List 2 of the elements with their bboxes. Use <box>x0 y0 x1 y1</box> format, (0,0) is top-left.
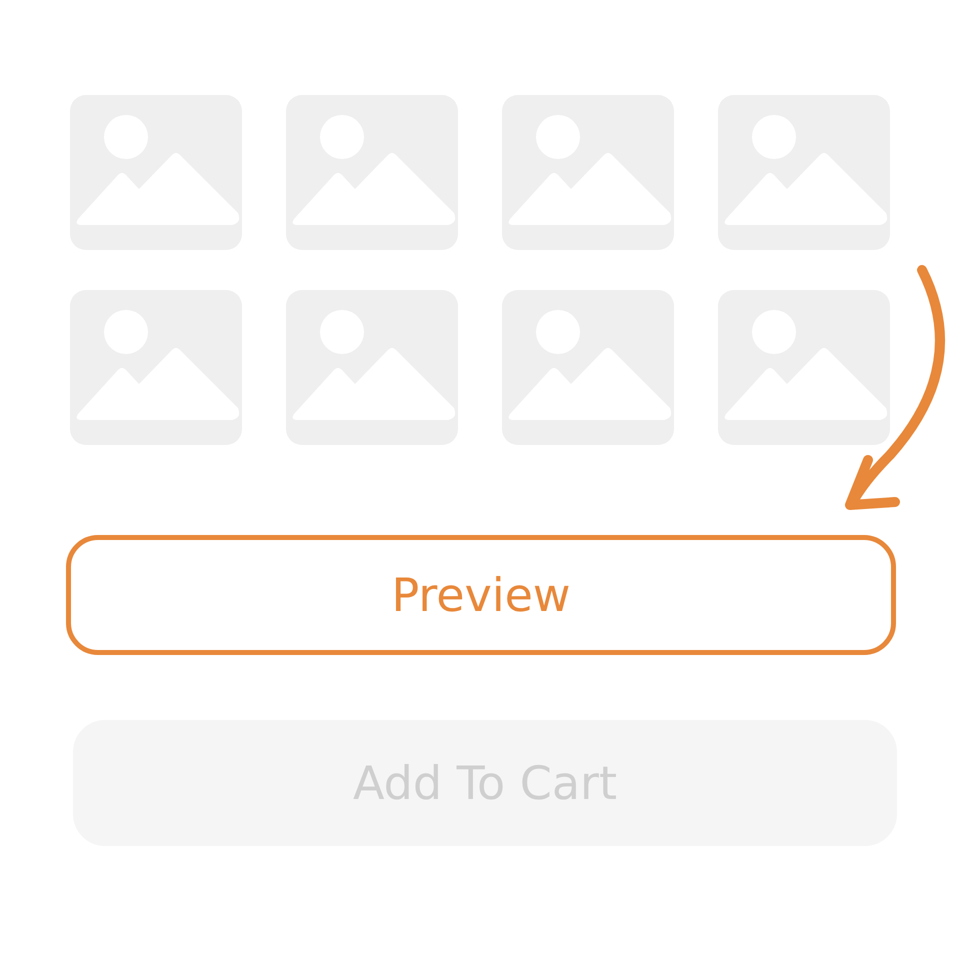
image-placeholder-icon <box>718 290 890 445</box>
preview-button[interactable]: Preview <box>66 535 896 655</box>
